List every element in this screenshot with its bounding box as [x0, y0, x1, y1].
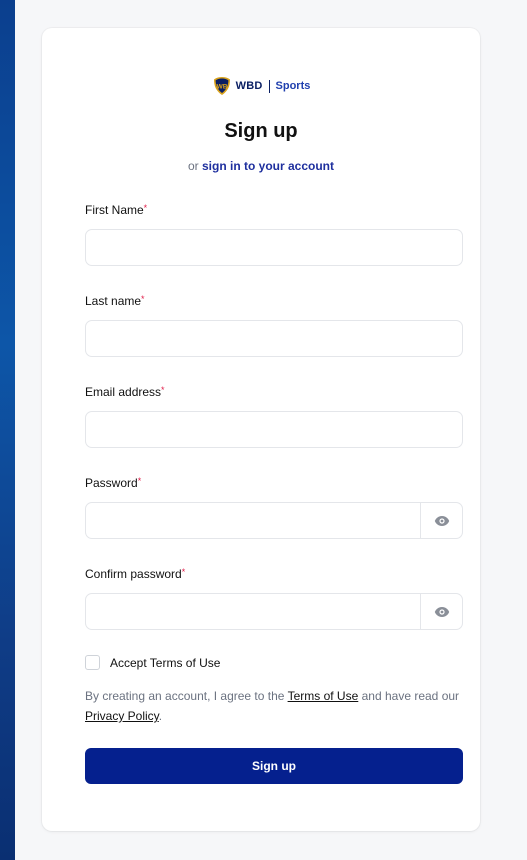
legal-suffix: .: [158, 709, 163, 723]
legal-prefix: By creating an account, I agree to the: [85, 689, 285, 703]
signin-prefix: or: [187, 159, 199, 173]
required-marker: *: [181, 567, 186, 577]
privacy-policy-link[interactable]: Privacy Policy: [85, 709, 159, 723]
terms-of-use-link[interactable]: Terms of Use: [288, 689, 359, 703]
show-password-button[interactable]: [420, 503, 462, 538]
required-marker: *: [141, 294, 145, 304]
svg-text:WB: WB: [216, 84, 227, 91]
first-name-label: First Name*: [85, 203, 147, 217]
legal-notice: By creating an account, I agree to the T…: [85, 686, 470, 726]
first-name-field[interactable]: [85, 229, 463, 266]
last-name-label: Last name*: [85, 294, 145, 308]
accept-terms-label[interactable]: Accept Terms of Use: [110, 656, 220, 670]
confirm-password-field[interactable]: [86, 594, 420, 629]
legal-middle: and have read our: [361, 689, 460, 703]
email-label-text: Email address: [85, 385, 162, 399]
last-name-field[interactable]: [85, 320, 463, 357]
brand-logo: WB WBD Sports: [42, 76, 480, 96]
sign-up-button[interactable]: Sign up: [85, 748, 463, 784]
signup-card: WB WBD Sports Sign up or sign in to your…: [42, 28, 480, 831]
eye-icon: [434, 515, 449, 526]
accept-terms-row: Accept Terms of Use: [85, 655, 220, 670]
brand-sports-text: Sports: [275, 80, 311, 92]
show-confirm-password-button[interactable]: [420, 594, 462, 629]
email-field[interactable]: [85, 411, 463, 448]
email-label: Email address*: [85, 385, 165, 399]
confirm-password-input-group: [85, 593, 463, 630]
password-field[interactable]: [86, 503, 420, 538]
password-label-text: Password: [85, 476, 138, 490]
brand-divider: [268, 79, 270, 93]
signin-link[interactable]: sign in to your account: [202, 159, 334, 173]
confirm-password-label-text: Confirm password: [85, 567, 182, 581]
confirm-password-label: Confirm password*: [85, 567, 185, 581]
brand-wbd-text: WBD: [235, 80, 263, 92]
required-marker: *: [137, 476, 142, 486]
password-input-group: [85, 502, 463, 539]
background-panel: [0, 0, 15, 860]
page-title: Sign up: [224, 120, 298, 142]
password-label: Password*: [85, 476, 141, 490]
wb-shield-icon: WB: [213, 77, 230, 95]
accept-terms-checkbox[interactable]: [85, 655, 100, 670]
required-marker: *: [161, 385, 165, 395]
signin-prompt: or sign in to your account: [42, 159, 480, 173]
first-name-label-text: First Name: [85, 203, 144, 217]
required-marker: *: [143, 203, 148, 213]
eye-icon: [434, 606, 449, 617]
last-name-label-text: Last name: [85, 294, 142, 308]
